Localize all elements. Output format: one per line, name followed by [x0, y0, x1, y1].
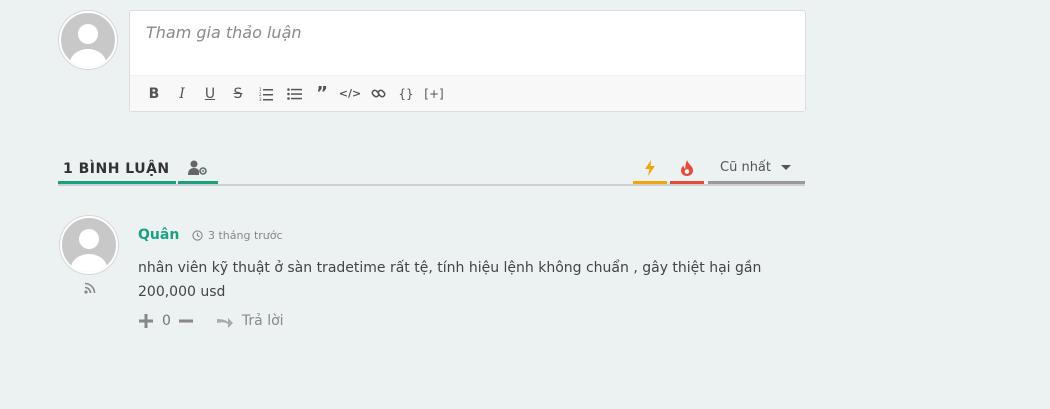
- sort-newest-icon[interactable]: [633, 154, 667, 184]
- reply-label: Trả lời: [241, 313, 284, 329]
- comment-time-text: 3 tháng trước: [208, 229, 283, 242]
- sort-dropdown-label: Cũ nhất: [720, 160, 771, 175]
- comment-editor[interactable]: Tham gia thảo luận B I U S 123 ” </> {} …: [129, 10, 806, 112]
- comment-actions: 0 Trả lời: [138, 313, 284, 329]
- link-icon[interactable]: [364, 83, 392, 105]
- sort-hottest-icon[interactable]: [670, 154, 704, 184]
- editor-toolbar: B I U S 123 ” </> {} [+]: [130, 75, 805, 111]
- subscribe-icon[interactable]: [178, 154, 218, 184]
- code-icon[interactable]: </>: [336, 83, 364, 105]
- chevron-down-icon: [781, 165, 791, 170]
- reply-button[interactable]: Trả lời: [216, 313, 284, 329]
- strike-icon[interactable]: S: [224, 83, 252, 105]
- comment-input[interactable]: Tham gia thảo luận: [130, 11, 805, 75]
- code-block-icon[interactable]: {}: [392, 83, 420, 105]
- comment-body: nhân viên kỹ thuật ở sàn tradetime rất t…: [138, 260, 762, 300]
- comment-author-avatar: [60, 216, 118, 274]
- upvote-icon[interactable]: [138, 313, 154, 329]
- tabs-divider: [58, 184, 805, 186]
- sort-dropdown[interactable]: Cũ nhất: [708, 154, 805, 184]
- comment-author-name[interactable]: Quân: [138, 227, 179, 243]
- underline-icon[interactable]: U: [196, 83, 224, 105]
- bold-icon[interactable]: B: [140, 83, 168, 105]
- svg-text:3: 3: [259, 97, 262, 101]
- clock-icon: [192, 230, 203, 241]
- bullet-list-icon[interactable]: [280, 83, 308, 105]
- italic-icon[interactable]: I: [168, 83, 196, 105]
- spoiler-icon[interactable]: [+]: [420, 83, 448, 105]
- vote-count: 0: [162, 313, 171, 329]
- rss-icon[interactable]: [84, 279, 96, 298]
- downvote-icon[interactable]: [178, 313, 194, 329]
- current-user-avatar: [59, 11, 117, 69]
- quote-icon[interactable]: ”: [308, 83, 336, 105]
- comment-tabs: 1 BÌNH LUẬN Cũ nhất: [58, 154, 805, 186]
- comment-timestamp[interactable]: 3 tháng trước: [192, 229, 283, 242]
- ordered-list-icon[interactable]: 123: [252, 83, 280, 105]
- comment-count: 1 BÌNH LUẬN: [58, 154, 176, 184]
- reply-arrow-icon: [216, 318, 233, 328]
